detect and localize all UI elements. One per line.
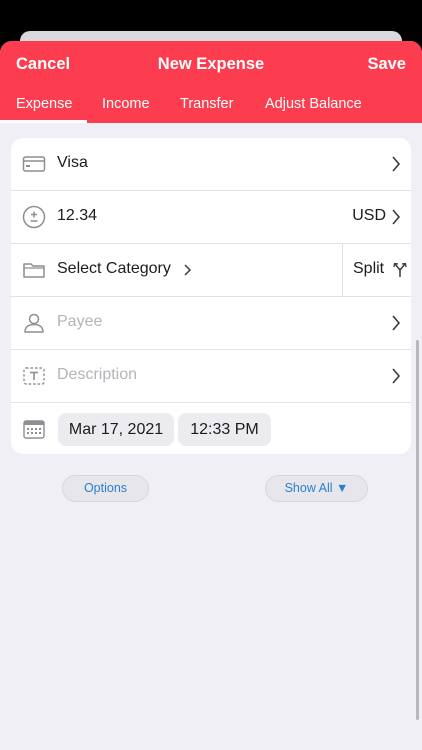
account-value: Visa [57,154,88,171]
category-row[interactable]: Select Category Split [11,244,411,297]
calendar-icon [23,420,45,439]
amount-input[interactable]: 12.34 [57,207,97,225]
payee-row[interactable]: Payee [11,297,411,350]
tab-expense[interactable]: Expense [16,96,72,112]
currency-selector[interactable]: USD [352,207,386,225]
divider [342,244,343,297]
description-row[interactable]: Description [11,350,411,403]
time-picker[interactable]: 12:33 PM [178,413,271,446]
amount-row[interactable]: 12.34 USD [11,191,411,244]
date-picker[interactable]: Mar 17, 2021 [58,413,174,446]
person-icon [24,313,44,333]
chevron-right-icon [392,315,401,331]
cancel-button[interactable]: Cancel [16,55,70,74]
chevron-right-icon [392,209,401,225]
category-selector[interactable]: Select Category [57,260,171,278]
scrollbar[interactable] [416,340,419,720]
plus-minus-icon [22,205,46,229]
tab-transfer[interactable]: Transfer [180,96,233,112]
text-field-icon [23,367,45,385]
active-tab-indicator [0,120,87,123]
description-input[interactable]: Description [57,366,137,384]
expense-form-card: Visa 12.34 USD Select Category Split Pay… [11,138,411,454]
show-all-button[interactable]: Show All ▼ [265,475,368,502]
header-bar: Cancel New Expense Save Expense Income T… [0,41,422,123]
split-button[interactable]: Split [353,260,384,278]
payee-input[interactable]: Payee [57,313,102,331]
date-row: Mar 17, 2021 12:33 PM [11,403,411,454]
options-button[interactable]: Options [62,475,149,502]
account-row[interactable]: Visa [11,138,411,191]
split-icon [393,262,407,277]
tab-adjust-balance[interactable]: Adjust Balance [265,96,362,112]
save-button[interactable]: Save [367,55,406,74]
chevron-right-icon [184,264,192,276]
new-expense-sheet: Cancel New Expense Save Expense Income T… [0,41,422,750]
folder-icon [23,263,45,278]
tab-income[interactable]: Income [102,96,150,112]
chevron-right-icon [392,368,401,384]
credit-card-icon [22,156,46,172]
chevron-right-icon [392,156,401,172]
